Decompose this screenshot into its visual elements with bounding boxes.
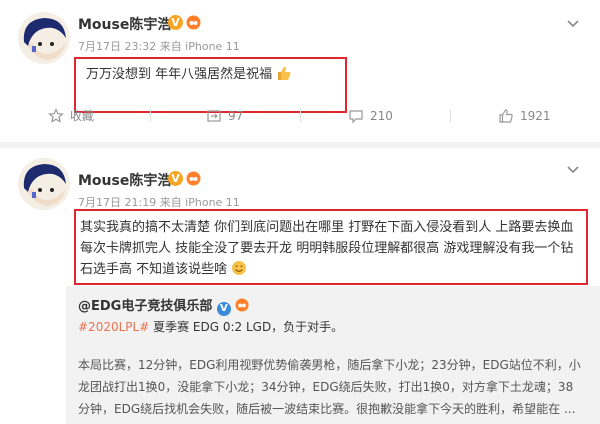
- verified-v-icon: V: [168, 171, 183, 186]
- like-count: 1921: [520, 109, 551, 123]
- post-meta: 7月17日 21:19 来自 iPhone 11: [78, 196, 240, 209]
- avatar[interactable]: [18, 158, 70, 210]
- favorite-label: 收藏: [70, 109, 95, 123]
- comment-icon: [349, 110, 363, 124]
- divider: [150, 110, 151, 122]
- verified-v-icon: V: [168, 15, 183, 30]
- divider: [300, 110, 301, 122]
- retweet-card[interactable]: @EDG电子竞技俱乐部 V #2020LPL# 夏季赛 EDG 0:2 LGD，…: [66, 286, 600, 424]
- comment-count: 210: [370, 109, 393, 123]
- avatar[interactable]: [18, 12, 70, 64]
- comment-button[interactable]: 210: [348, 108, 408, 124]
- topic-text: 夏季赛 EDG 0:2 LGD，负于对手。: [149, 320, 344, 334]
- repost-count: 97: [228, 109, 244, 123]
- member-badge-icon: [186, 15, 201, 30]
- retweet-body: 本局比赛，12分钟，EDG利用视野优势偷袭男枪，随后拿下小龙；23分钟，EDG站…: [78, 358, 581, 416]
- chevron-down-icon[interactable]: [565, 16, 581, 32]
- like-icon: [499, 109, 513, 123]
- like-button[interactable]: 1921: [498, 108, 558, 124]
- post-card-1: Mouse陈宇浩 V 7月17日 23:32 来自 iPhone 11 万万没想…: [0, 0, 600, 142]
- retweet-username-text: @EDG电子竞技俱乐部: [78, 299, 213, 314]
- username[interactable]: Mouse陈宇浩: [78, 170, 171, 190]
- verified-blue-v-icon: V: [216, 302, 231, 316]
- highlight-box: [74, 209, 588, 285]
- repost-icon: [207, 110, 221, 122]
- retweet-username[interactable]: @EDG电子竞技俱乐部 V: [78, 295, 249, 316]
- star-icon: [48, 108, 64, 123]
- member-badge-icon: [186, 171, 201, 186]
- action-bar: 收藏 97 210 1921: [0, 96, 600, 136]
- divider: [450, 110, 451, 122]
- repost-button[interactable]: 97: [206, 108, 256, 124]
- username[interactable]: Mouse陈宇浩: [78, 14, 171, 34]
- topic-link[interactable]: #2020LPL#: [78, 320, 149, 334]
- favorite-button[interactable]: 收藏: [48, 108, 108, 124]
- member-badge-icon: [235, 298, 249, 312]
- retweet-topic: #2020LPL# 夏季赛 EDG 0:2 LGD，负于对手。: [78, 318, 343, 335]
- post-meta: 7月17日 23:32 来自 iPhone 11: [78, 40, 240, 53]
- chevron-down-icon[interactable]: [565, 162, 581, 178]
